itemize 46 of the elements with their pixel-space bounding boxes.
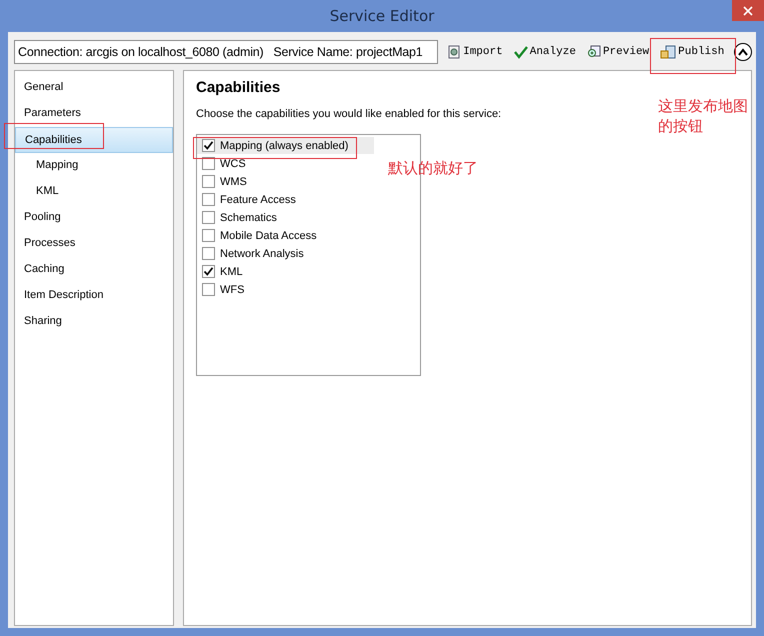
analyze-button[interactable]: Analyze — [512, 45, 578, 59]
preview-button[interactable]: Preview — [584, 45, 652, 59]
sidebar-item[interactable]: Sharing — [15, 309, 173, 335]
checkbox[interactable] — [202, 157, 215, 170]
checkbox[interactable] — [202, 265, 215, 278]
capability-item[interactable]: KML — [197, 263, 374, 280]
sidebar-item[interactable]: Caching — [15, 257, 173, 283]
sidebar-item[interactable]: Pooling — [15, 205, 173, 231]
capability-item[interactable]: Mobile Data Access — [197, 227, 374, 244]
instruction-text: Choose the capabilities you would like enabled for this service: — [196, 108, 502, 120]
close-icon — [743, 6, 753, 16]
capability-item[interactable]: WMS — [197, 173, 374, 190]
magnifier-icon — [586, 45, 601, 59]
sidebar-item[interactable]: Mapping — [15, 153, 173, 179]
annotation-text: 默认的就好了 — [388, 158, 478, 178]
checkbox[interactable] — [202, 139, 215, 152]
sidebar-item[interactable]: Capabilities — [15, 127, 173, 153]
sidebar-item[interactable]: Parameters — [15, 101, 173, 127]
server-icon — [660, 45, 676, 59]
sidebar-item[interactable]: Item Description — [15, 283, 173, 309]
panel-heading: Capabilities — [196, 79, 282, 96]
capability-item[interactable]: WFS — [197, 281, 374, 298]
checkbox[interactable] — [202, 175, 215, 188]
sidebar-item[interactable]: Processes — [15, 231, 173, 257]
capability-item[interactable]: Network Analysis — [197, 245, 374, 262]
capability-item[interactable]: Feature Access — [197, 191, 374, 208]
connection-field[interactable]: Connection: arcgis on localhost_6080 (admin) Service Name: projectMap1 — [14, 40, 438, 64]
capability-item[interactable]: Schematics — [197, 209, 374, 226]
sidebar-item[interactable]: General — [15, 75, 173, 101]
checkbox[interactable] — [202, 283, 215, 296]
annotation-text: 这里发布地图的按钮 — [658, 96, 749, 136]
capability-item[interactable]: Mapping (always enabled) — [197, 137, 374, 154]
import-button[interactable]: Import — [445, 45, 505, 59]
sidebar-item[interactable]: KML — [15, 179, 173, 205]
window-title: Service Editor — [330, 7, 434, 25]
check-icon — [514, 45, 528, 59]
collapse-button[interactable] — [734, 43, 752, 61]
checkbox[interactable] — [202, 229, 215, 242]
chevron-up-icon — [738, 48, 748, 56]
document-icon — [447, 45, 462, 59]
checkbox[interactable] — [202, 211, 215, 224]
checkbox[interactable] — [202, 247, 215, 260]
publish-button[interactable]: Publish — [658, 45, 726, 59]
checkbox[interactable] — [202, 193, 215, 206]
capability-item[interactable]: WCS — [197, 155, 374, 172]
close-button[interactable] — [732, 0, 764, 21]
